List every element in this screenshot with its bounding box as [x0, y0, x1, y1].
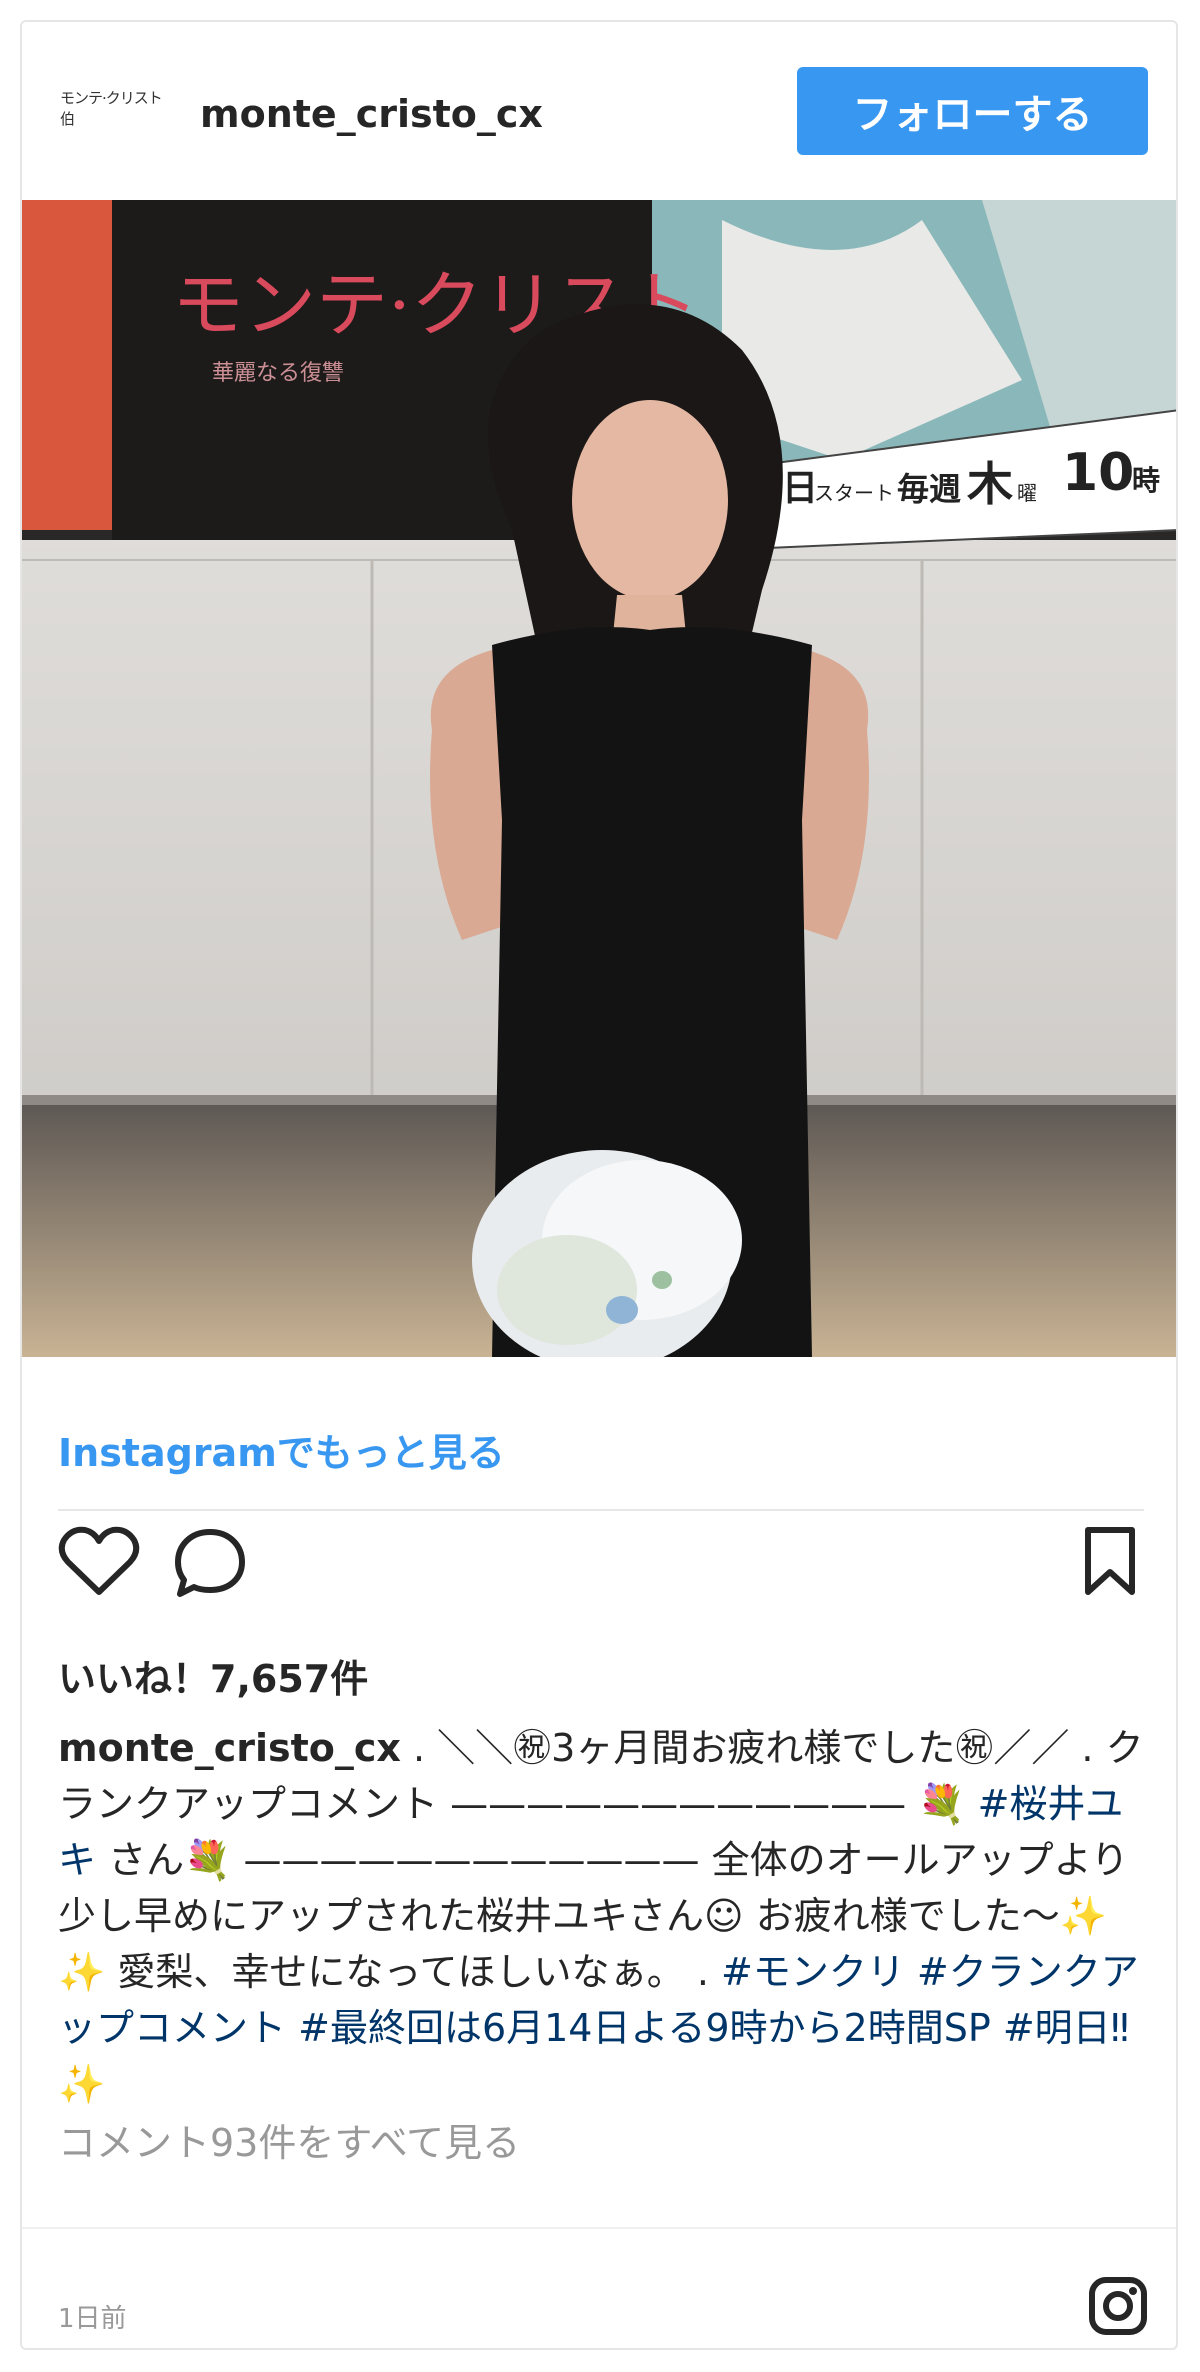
view-more-on-instagram-link[interactable]: Instagramでもっと見る: [58, 1422, 505, 1477]
instagram-embed-card: モンテ·クリスト伯 monte_cristo_cx フォローする モンテ·クリス…: [20, 20, 1178, 2350]
poster-start: スタート: [814, 481, 894, 505]
poster-time: 10: [1062, 443, 1134, 503]
post-video[interactable]: モンテ·クリスト 華麗なる復讐 9日 スタート 毎週 木 曜 10 時: [22, 200, 1176, 1357]
poster-weekday: 木: [967, 457, 1013, 511]
likes-count[interactable]: いいね！7,657件: [58, 1648, 368, 1703]
username-link[interactable]: monte_cristo_cx: [200, 92, 543, 136]
post-header: モンテ·クリスト伯 monte_cristo_cx フォローする: [22, 22, 1176, 200]
hashtag-link[interactable]: #モンクリ: [721, 1950, 905, 1994]
poster-weekly: 毎週: [897, 470, 961, 508]
poster-subtitle: 華麗なる復讐: [212, 361, 344, 386]
bookmark-icon[interactable]: [1080, 1526, 1140, 1598]
timestamp[interactable]: 1日前: [58, 2298, 127, 2335]
divider: [58, 1509, 1144, 1511]
view-all-comments-link[interactable]: コメント93件をすべて見る: [58, 2112, 520, 2167]
caption-username[interactable]: monte_cristo_cx: [58, 1726, 401, 1770]
caption-text: ✨: [58, 2062, 106, 2106]
poster-yobi: 曜: [1017, 481, 1037, 505]
video-frame: モンテ·クリスト 華麗なる復讐 9日 スタート 毎週 木 曜 10 時: [22, 200, 1176, 1357]
heart-icon[interactable]: [58, 1526, 140, 1598]
hashtag-link[interactable]: #最終回は6月14日よる9時から2時間SP: [298, 2006, 991, 2050]
poster-ji: 時: [1132, 464, 1160, 497]
avatar[interactable]: モンテ·クリスト伯: [60, 84, 164, 132]
follow-button[interactable]: フォローする: [797, 67, 1148, 155]
divider: [22, 2227, 1176, 2229]
hashtag-link[interactable]: #明日‼: [1003, 2006, 1129, 2050]
comment-icon[interactable]: [172, 1526, 248, 1598]
action-bar: [22, 1522, 1176, 1642]
instagram-logo-icon[interactable]: [1088, 2276, 1148, 2336]
post-caption: monte_cristo_cx . ＼＼㊗3ヶ月間お疲れ様でした㊗／／ . クラ…: [58, 1720, 1148, 2112]
